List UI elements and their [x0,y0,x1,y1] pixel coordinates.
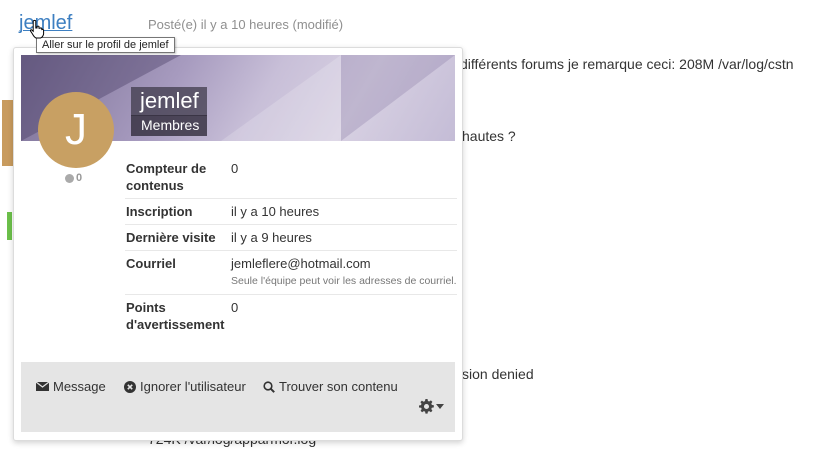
ban-circle-icon [124,380,136,393]
find-content-label: Trouver son contenu [279,379,398,394]
reputation-dot-icon [65,173,74,183]
hand-cursor-icon [29,19,45,44]
post-text-line: hautes ? [462,128,516,144]
online-status-bar [7,212,12,240]
info-value: il y a 9 heures [230,224,457,251]
email-privacy-note: Seule l'équipe peut voir les adresses de… [231,275,457,287]
search-icon [263,380,275,393]
post-text-line: sion denied [462,366,534,382]
info-value: il y a 10 heures [230,198,457,225]
reputation-badge: 0 [65,172,82,184]
reputation-count: 0 [76,172,83,184]
info-key: Inscription [125,198,230,225]
gear-icon [419,399,434,414]
profile-info-table: Compteur de contenus 0 Inscription il y … [125,156,457,337]
profile-avatar[interactable]: J [38,92,114,168]
message-button[interactable]: Message [36,379,106,394]
info-value: jemleflere@hotmail.com Seule l'équipe pe… [230,250,457,295]
info-row: Compteur de contenus 0 [125,156,457,199]
info-key: Courriel [125,250,230,295]
post-timestamp: Posté(e) il y a 10 heures (modifié) [148,17,344,32]
info-row: Dernière visite il y a 9 heures [125,224,457,251]
hovercard-footer: Message Ignorer l'utilisateur Trouver so… [21,362,455,432]
envelope-icon [36,381,49,391]
ignore-user-label: Ignorer l'utilisateur [140,379,246,394]
post-author-link[interactable]: jemlef [19,12,72,35]
info-key: Points d'avertissement [126,300,225,332]
info-row: Points d'avertissement 0 [125,295,457,338]
find-content-button[interactable]: Trouver son contenu [263,379,398,394]
info-value: 0 [230,156,457,199]
email-value[interactable]: jemleflere@hotmail.com [231,255,457,272]
user-actions-menu[interactable] [419,399,444,414]
message-label: Message [53,379,106,394]
caret-down-icon [436,404,444,409]
profile-tooltip: Aller sur le profil de jemlef [36,37,175,53]
profile-group: Membres [131,115,208,136]
info-value: 0 [231,300,239,315]
info-key: Compteur de contenus [125,156,230,199]
info-key: Dernière visite [125,224,230,251]
ignore-user-button[interactable]: Ignorer l'utilisateur [124,379,246,394]
post-text-line: différents forums je remarque ceci: 208M… [460,56,794,72]
profile-name[interactable]: jemlef [131,87,207,116]
user-hovercard: jemlef Membres J 0 Compteur de contenus … [13,47,463,441]
info-row: Inscription il y a 10 heures [125,198,457,225]
info-row: Courriel jemleflere@hotmail.com Seule l'… [125,250,457,295]
